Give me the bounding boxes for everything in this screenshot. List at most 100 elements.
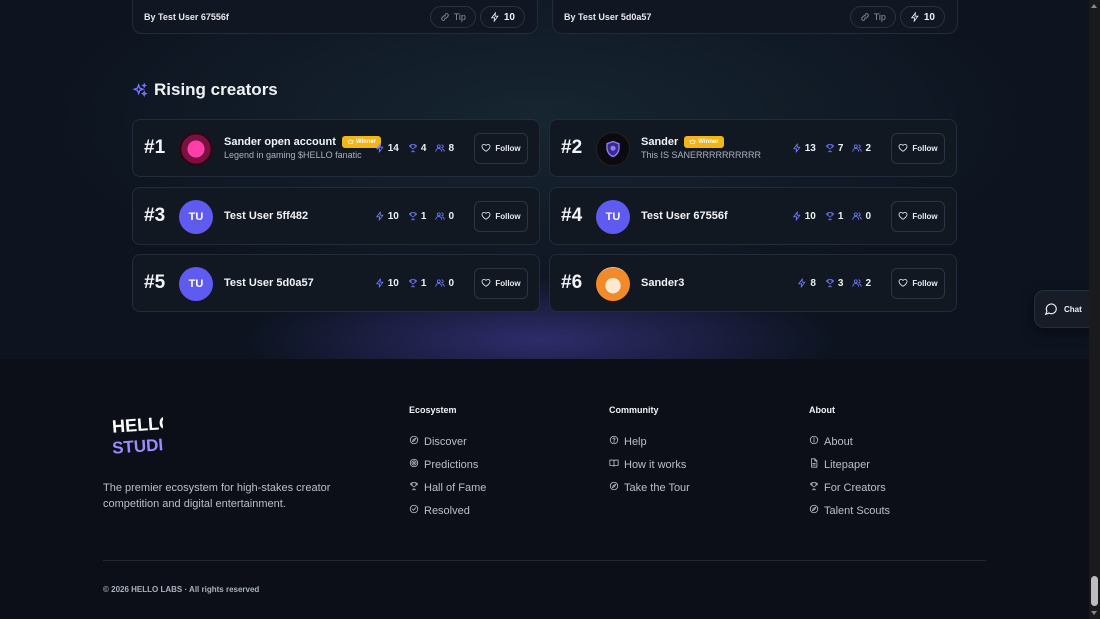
boost-button[interactable]: 10 [479, 6, 525, 28]
creator-rank: #1 [144, 137, 166, 158]
boost-button[interactable]: 10 [899, 6, 945, 28]
users-icon [435, 143, 446, 153]
trophies-count: 4 [420, 142, 427, 154]
footer-link-label: Litepaper [824, 458, 870, 471]
bolt-icon [375, 211, 385, 221]
footer-column-title: Ecosystem [409, 405, 457, 415]
footer-link[interactable]: Discover [409, 430, 486, 453]
tip-label: Tip [873, 12, 886, 22]
trophies-count: 1 [420, 277, 427, 289]
book-icon [609, 458, 619, 471]
creator-name[interactable]: Sander open account [224, 136, 336, 148]
creator-rank: #5 [144, 272, 166, 293]
footer-column-community: Community Help How it works Take the Tour [609, 405, 690, 499]
avatar[interactable]: TU [596, 200, 630, 234]
compass-icon [409, 435, 419, 448]
users-icon [852, 143, 863, 153]
bolt-icon [490, 12, 499, 22]
compass-icon [609, 481, 619, 494]
bolts-stat: 13 [792, 143, 816, 154]
footer-link[interactable]: Take the Tour [609, 476, 690, 499]
footer-link[interactable]: Resolved [409, 499, 486, 522]
creator-card[interactable]: #1 Sander open account Winner Legend in gam… [132, 119, 540, 177]
creator-name[interactable]: Test User 5ff482 [224, 210, 308, 222]
boost-count: 10 [503, 11, 515, 23]
footer-link-label: Talent Scouts [824, 504, 891, 517]
creator-card[interactable]: #6 Sander3 8 3 2 Follow [549, 254, 957, 312]
creator-rank: #2 [561, 137, 583, 158]
footer-link[interactable]: Help [609, 430, 690, 453]
footer-column-title: Community [609, 405, 659, 415]
footer-link[interactable]: About [809, 430, 890, 453]
creator-name[interactable]: Sander3 [641, 277, 684, 289]
followers-stat: 2 [852, 143, 871, 154]
creator-card[interactable]: #2 Sander Winner This IS SANERRRRRRRRRR 13 7 2… [549, 119, 957, 177]
creator-bio: Legend in gaming $HELLO fanatic [224, 150, 362, 160]
avatar-initials: TU [188, 211, 204, 223]
follow-button[interactable]: Follow [891, 201, 945, 232]
footer-link-label: About [824, 435, 853, 448]
chat-button[interactable]: Chat [1034, 290, 1094, 328]
follow-button[interactable]: Follow [474, 201, 528, 232]
avatar[interactable]: TU [179, 267, 213, 301]
creator-name[interactable]: Sander [641, 136, 678, 148]
scroll-down-arrow[interactable] [1091, 611, 1097, 615]
footer-link[interactable]: Hall of Fame [409, 476, 486, 499]
page-scrollbar[interactable] [1089, 0, 1100, 619]
document-icon [809, 458, 819, 471]
footer-link[interactable]: Predictions [409, 453, 486, 476]
rising-creators-header: Rising creators [133, 80, 278, 100]
scroll-thumb[interactable] [1091, 576, 1098, 606]
avatar[interactable] [596, 132, 630, 166]
creator-card[interactable]: #5 TU Test User 5d0a57 10 1 0 Follow [132, 254, 540, 312]
trophy-icon [825, 211, 835, 221]
trophies-count: 1 [420, 210, 427, 222]
creator-card[interactable]: #3 TU Test User 5ff482 10 1 0 Follow [132, 187, 540, 245]
creator-rank: #4 [561, 205, 583, 226]
tip-button[interactable]: Tip [849, 6, 896, 28]
tip-button[interactable]: Tip [429, 6, 476, 28]
chat-label: Chat [1064, 304, 1082, 314]
chat-bubble-icon [1044, 303, 1057, 316]
footer-link-label: Discover [424, 435, 467, 448]
users-icon [435, 211, 446, 221]
followers-count: 2 [865, 277, 871, 289]
trophy-icon [825, 143, 835, 153]
bolts-count: 14 [387, 142, 399, 154]
creator-name[interactable]: Test User 5d0a57 [224, 277, 314, 289]
trophies-count: 3 [837, 277, 844, 289]
bolts-stat: 10 [375, 278, 399, 289]
footer-link-label: Take the Tour [624, 481, 690, 494]
hello-studio-logo[interactable]: HELLO STUDIO [111, 412, 177, 461]
avatar[interactable] [179, 132, 213, 166]
avatar[interactable]: TU [179, 200, 213, 234]
footer-link-label: Predictions [424, 458, 479, 471]
avatar[interactable] [596, 267, 630, 301]
footer-link[interactable]: Talent Scouts [809, 499, 890, 522]
bolts-count: 8 [810, 277, 816, 289]
card-author: By Test User 5d0a57 [564, 12, 652, 22]
footer-link[interactable]: Litepaper [809, 453, 890, 476]
follow-button[interactable]: Follow [474, 268, 528, 299]
prediction-card[interactable]: By Test User 5d0a57 Tip 10 [552, 0, 958, 34]
bolt-icon [792, 211, 802, 221]
trophies-count: 7 [837, 142, 844, 154]
footer-link[interactable]: How it works [609, 453, 690, 476]
trophies-stat: 3 [825, 277, 844, 289]
followers-stat: 0 [435, 278, 454, 289]
trophy-icon [825, 278, 835, 288]
follow-button[interactable]: Follow [891, 268, 945, 299]
creator-card[interactable]: #4 TU Test User 67556f 10 1 0 Follow [549, 187, 957, 245]
follow-button[interactable]: Follow [474, 133, 528, 164]
scroll-up-arrow[interactable] [1091, 4, 1097, 8]
target-icon [409, 458, 419, 471]
creator-rank: #3 [144, 205, 166, 226]
follow-label: Follow [912, 279, 938, 288]
follow-label: Follow [912, 144, 938, 153]
follow-button[interactable]: Follow [891, 133, 945, 164]
footer-link[interactable]: For Creators [809, 476, 890, 499]
creator-name[interactable]: Test User 67556f [641, 210, 728, 222]
logo-top-text: HELLO [111, 413, 163, 437]
avatar-initials: TU [188, 278, 204, 290]
prediction-card[interactable]: By Test User 67556f Tip 10 [132, 0, 538, 34]
